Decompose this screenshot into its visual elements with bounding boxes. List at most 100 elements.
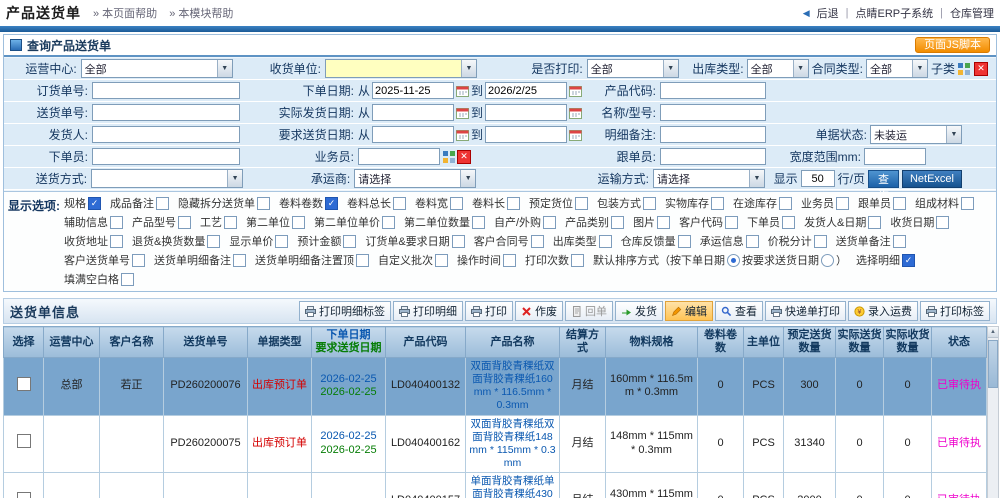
checkbox-icon[interactable] — [657, 216, 670, 229]
checkbox-icon[interactable] — [725, 216, 738, 229]
display-option[interactable]: 自产/外购 — [494, 214, 556, 230]
display-option[interactable]: 送货单明细备注 — [154, 252, 246, 268]
checkbox-icon[interactable] — [393, 197, 406, 210]
display-option[interactable]: 图片 — [633, 214, 670, 230]
display-option[interactable]: 预计金额 — [297, 233, 356, 249]
cell-product-name[interactable]: 单面背胶青稞纸单面背胶青稞纸430mm * 115mm * 0.3mm — [466, 473, 560, 498]
calendar-icon[interactable] — [456, 106, 469, 119]
display-option[interactable]: 包装方式 — [597, 195, 656, 211]
doc-status-select[interactable]: 未装运▼ — [870, 125, 962, 144]
display-option[interactable]: 第二单位单价 — [314, 214, 395, 230]
checkbox-icon[interactable] — [292, 216, 305, 229]
page-size-input[interactable] — [801, 170, 835, 187]
display-option[interactable]: 承运信息 — [700, 233, 759, 249]
row-select-checkbox[interactable] — [17, 492, 31, 498]
salesman-picker-icon[interactable] — [442, 150, 455, 163]
checkbox-icon[interactable] — [450, 197, 463, 210]
netexcel-button[interactable]: NetExcel — [902, 170, 962, 188]
table-row[interactable]: PD260200075出库预订单2026-02-252026-02-25LD04… — [4, 415, 987, 473]
checkbox-icon[interactable] — [132, 254, 145, 267]
delivery-no-input[interactable] — [92, 104, 240, 121]
display-option[interactable]: 填满空白格 — [64, 271, 134, 287]
subclass-picker-icon[interactable] — [958, 62, 971, 75]
outbound-type-select[interactable]: 全部▼ — [747, 59, 809, 78]
checkbox-icon[interactable] — [571, 254, 584, 267]
checkbox-icon[interactable] — [452, 235, 465, 248]
display-option[interactable]: 价税分计 — [768, 233, 827, 249]
page-js-script-button[interactable]: 页面JS脚本 — [915, 37, 990, 53]
checkbox-icon[interactable] — [207, 235, 220, 248]
display-option[interactable]: 仓库反馈量 — [621, 233, 691, 249]
display-option[interactable]: 跟单员 — [858, 195, 906, 211]
display-option[interactable]: 退货&换货数量 — [132, 233, 220, 249]
delivery-mode-select[interactable]: ▼ — [91, 169, 243, 188]
actual-ship-date-to-input[interactable] — [485, 104, 567, 121]
calendar-icon[interactable] — [456, 84, 469, 97]
order-no-input[interactable] — [92, 82, 240, 99]
checkbox-icon[interactable] — [275, 235, 288, 248]
display-option[interactable]: 客户合同号 — [474, 233, 544, 249]
checkbox-icon[interactable] — [110, 235, 123, 248]
display-option[interactable]: 发货人&日期 — [804, 214, 881, 230]
display-option[interactable]: 第二单位 — [246, 214, 305, 230]
print-button[interactable]: 打印 — [465, 301, 513, 321]
checkbox-icon[interactable] — [257, 197, 270, 210]
sort-by-order-date-radio[interactable] — [727, 254, 740, 267]
view-button[interactable]: 查看 — [715, 301, 763, 321]
calendar-icon[interactable] — [456, 128, 469, 141]
checkbox-icon[interactable] — [121, 273, 134, 286]
checkbox-icon[interactable] — [779, 197, 792, 210]
row-select-checkbox[interactable] — [17, 434, 31, 448]
order-clerk-input[interactable] — [92, 148, 240, 165]
display-option[interactable]: 第二单位数量 — [404, 214, 485, 230]
detail-remark-input[interactable] — [660, 126, 766, 143]
display-option[interactable]: 规格 — [64, 195, 101, 211]
operation-center-select[interactable]: 全部▼ — [81, 59, 233, 78]
checkbox-icon[interactable] — [836, 197, 849, 210]
cell-product-name[interactable]: 双面背胶青稞纸双面背胶青稞纸160mm * 116.5mm * 0.3mm — [466, 358, 560, 416]
display-option[interactable]: 实物库存 — [665, 195, 724, 211]
edit-button[interactable]: 编辑 — [665, 301, 713, 321]
width-range-input[interactable] — [864, 148, 926, 165]
display-option[interactable]: 在途库存 — [733, 195, 792, 211]
checkbox-icon[interactable] — [343, 235, 356, 248]
receiver-combobox[interactable]: ▼ — [325, 59, 477, 78]
table-row[interactable]: LD040400157单面背胶青稞纸单面背胶青稞纸430mm * 115mm *… — [4, 473, 987, 498]
checkbox-icon[interactable] — [893, 235, 906, 248]
display-option[interactable]: 成品备注 — [110, 195, 169, 211]
print-detail-labels-button[interactable]: 打印明细标签 — [299, 301, 391, 321]
row-select-checkbox[interactable] — [17, 377, 31, 391]
display-option[interactable]: 组成材料 — [915, 195, 974, 211]
search-button[interactable]: 查询 — [868, 170, 899, 188]
subclass-clear-icon[interactable]: ✕ — [974, 62, 988, 76]
checkbox-icon[interactable] — [814, 235, 827, 248]
checkbox-icon[interactable] — [711, 197, 724, 210]
scroll-up-icon[interactable]: ▲ — [988, 327, 998, 338]
sort-by-required-date-radio[interactable] — [821, 254, 834, 267]
display-option[interactable]: 产品型号 — [132, 214, 191, 230]
display-option[interactable]: 产品类别 — [565, 214, 624, 230]
checkbox-checked-icon[interactable] — [88, 197, 101, 210]
display-option[interactable]: 客户代码 — [679, 214, 738, 230]
checkbox-icon[interactable] — [678, 235, 691, 248]
display-option[interactable]: 卷料宽 — [415, 195, 463, 211]
checkbox-icon[interactable] — [746, 235, 759, 248]
product-code-input[interactable] — [660, 82, 766, 99]
cell-product-name[interactable]: 双面背胶青稞纸双面背胶青稞纸148mm * 115mm * 0.3mm — [466, 415, 560, 473]
display-option[interactable]: 送货单明细备注置顶 — [255, 252, 369, 268]
checkbox-icon[interactable] — [961, 197, 974, 210]
display-option[interactable]: 打印次数 — [525, 252, 584, 268]
display-option[interactable]: 收货日期 — [890, 214, 949, 230]
checkbox-icon[interactable] — [503, 254, 516, 267]
receipt-button[interactable]: 回单 — [565, 301, 613, 321]
name-model-input[interactable] — [660, 104, 766, 121]
display-option[interactable]: 客户送货单号 — [64, 252, 145, 268]
required-date-from-input[interactable] — [372, 126, 454, 143]
is-printed-select[interactable]: 全部▼ — [587, 59, 679, 78]
ship-button[interactable]: 发货 — [615, 301, 663, 321]
vertical-scrollbar[interactable]: ▲ ▼ — [987, 326, 999, 498]
display-option[interactable]: 送货单备注 — [836, 233, 906, 249]
checkbox-icon[interactable] — [575, 197, 588, 210]
checkbox-checked-icon[interactable] — [902, 254, 915, 267]
print-labels-button[interactable]: 打印标签 — [920, 301, 990, 321]
